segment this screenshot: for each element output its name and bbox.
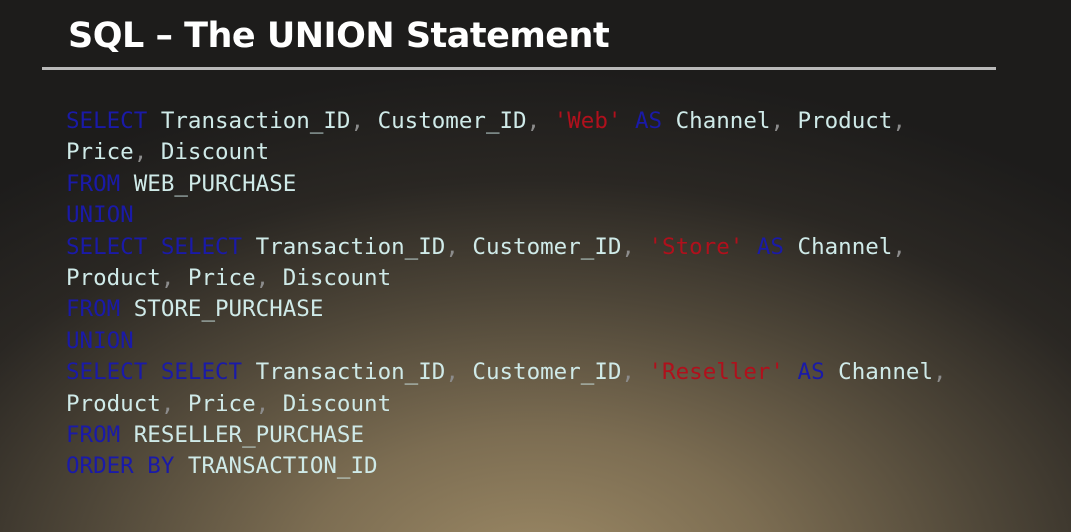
sql-punctuation: ,: [445, 359, 459, 386]
sql-identifier: Customer_ID: [377, 108, 527, 134]
sql-whitespace: [120, 296, 134, 322]
sql-identifier: Channel: [838, 359, 933, 386]
sql-whitespace: [784, 108, 798, 134]
sql-whitespace: [662, 108, 676, 134]
sql-whitespace: [147, 359, 161, 385]
sql-punctuation: ,: [892, 108, 906, 134]
sql-string-literal: 'Store': [648, 233, 744, 260]
sql-keyword: AS: [797, 359, 825, 386]
sql-punctuation: ,: [770, 108, 784, 134]
sql-punctuation: ,: [933, 359, 947, 386]
sql-whitespace: [174, 453, 188, 479]
sql-identifier: Transaction_ID: [255, 233, 446, 260]
code-line: UNION: [66, 200, 947, 231]
sql-identifier: Discount: [282, 264, 392, 291]
sql-keyword: FROM: [66, 296, 121, 323]
sql-keyword: FROM: [66, 170, 121, 197]
sql-punctuation: ,: [526, 108, 541, 134]
sql-identifier: Product: [66, 390, 161, 417]
code-line: Product, Price, Discount: [66, 263, 947, 294]
sql-identifier: TRANSACTION_ID: [187, 453, 378, 480]
sql-whitespace: [242, 359, 256, 385]
sql-keyword: SELECT: [160, 359, 243, 386]
sql-whitespace: [784, 359, 798, 385]
sql-whitespace: [364, 108, 378, 134]
sql-identifier: Product: [797, 108, 893, 134]
sql-identifier: Channel: [797, 233, 893, 260]
sql-whitespace: [635, 359, 649, 385]
sql-keyword: AS: [756, 233, 784, 260]
sql-whitespace: [784, 234, 798, 260]
sql-identifier: Customer_ID: [472, 233, 622, 260]
sql-identifier: WEB_PURCHASE: [133, 170, 297, 197]
sql-keyword: ORDER BY: [66, 453, 175, 480]
sql-keyword: UNION: [66, 327, 134, 354]
sql-string-literal: 'Web': [553, 108, 622, 134]
sql-whitespace: [621, 108, 635, 134]
sql-whitespace: [635, 234, 649, 260]
sql-string-literal: 'Reseller': [648, 359, 784, 386]
sql-identifier: Transaction_ID: [255, 359, 446, 386]
code-line: SELECT Transaction_ID, Customer_ID, 'Web…: [66, 106, 947, 137]
sql-whitespace: [147, 108, 161, 134]
sql-punctuation: ,: [445, 233, 459, 260]
sql-identifier: Discount: [282, 390, 392, 417]
sql-whitespace: [269, 265, 283, 291]
sql-whitespace: [825, 359, 839, 385]
sql-whitespace: [743, 234, 757, 260]
sql-whitespace: [540, 108, 554, 134]
sql-identifier: Customer_ID: [472, 359, 622, 386]
sql-identifier: Price: [187, 390, 256, 417]
sql-punctuation: ,: [160, 264, 175, 291]
sql-whitespace: [174, 391, 188, 417]
code-line: Price, Discount: [66, 137, 947, 168]
code-line: FROM WEB_PURCHASE: [66, 169, 947, 200]
sql-whitespace: [459, 234, 473, 260]
sql-whitespace: [120, 171, 134, 197]
code-line: FROM RESELLER_PURCHASE: [66, 420, 947, 451]
sql-keyword: SELECT: [66, 359, 148, 386]
code-line: SELECT SELECT Transaction_ID, Customer_I…: [66, 357, 947, 388]
sql-identifier: RESELLER_PURCHASE: [133, 421, 365, 448]
title-underline: [42, 67, 996, 70]
sql-whitespace: [174, 265, 188, 291]
sql-keyword: SELECT: [66, 108, 148, 134]
sql-code-block: SELECT Transaction_ID, Customer_ID, 'Web…: [66, 106, 947, 483]
sql-whitespace: [120, 422, 134, 448]
sql-whitespace: [242, 234, 256, 260]
presentation-slide: SQL – The UNION Statement SELECT Transac…: [0, 0, 1071, 532]
sql-punctuation: ,: [133, 139, 148, 166]
sql-whitespace: [147, 234, 161, 260]
slide-title: SQL – The UNION Statement: [68, 16, 610, 56]
sql-punctuation: ,: [255, 264, 270, 291]
sql-keyword: SELECT: [66, 233, 148, 260]
sql-keyword: UNION: [66, 202, 134, 229]
sql-identifier: Product: [66, 264, 161, 291]
code-line: SELECT SELECT Transaction_ID, Customer_I…: [66, 232, 947, 263]
code-line: UNION: [66, 326, 947, 357]
sql-keyword: AS: [634, 108, 663, 134]
sql-punctuation: ,: [160, 390, 175, 417]
sql-whitespace: [459, 359, 473, 385]
code-line: ORDER BY TRANSACTION_ID: [66, 451, 947, 482]
sql-punctuation: ,: [621, 233, 635, 260]
sql-identifier: Price: [187, 264, 256, 291]
sql-identifier: Channel: [675, 108, 771, 134]
sql-whitespace: [269, 391, 283, 417]
sql-punctuation: ,: [255, 390, 270, 417]
sql-identifier: Price: [66, 139, 134, 166]
sql-identifier: Discount: [160, 139, 270, 166]
sql-keyword: SELECT: [160, 233, 243, 260]
code-line: Product, Price, Discount: [66, 389, 947, 420]
sql-identifier: Transaction_ID: [160, 108, 351, 134]
sql-punctuation: ,: [621, 359, 635, 386]
sql-punctuation: ,: [892, 233, 906, 260]
sql-keyword: FROM: [66, 421, 121, 448]
sql-whitespace: [147, 139, 161, 165]
sql-identifier: STORE_PURCHASE: [133, 296, 324, 323]
sql-punctuation: ,: [350, 108, 365, 134]
code-line: FROM STORE_PURCHASE: [66, 294, 947, 325]
